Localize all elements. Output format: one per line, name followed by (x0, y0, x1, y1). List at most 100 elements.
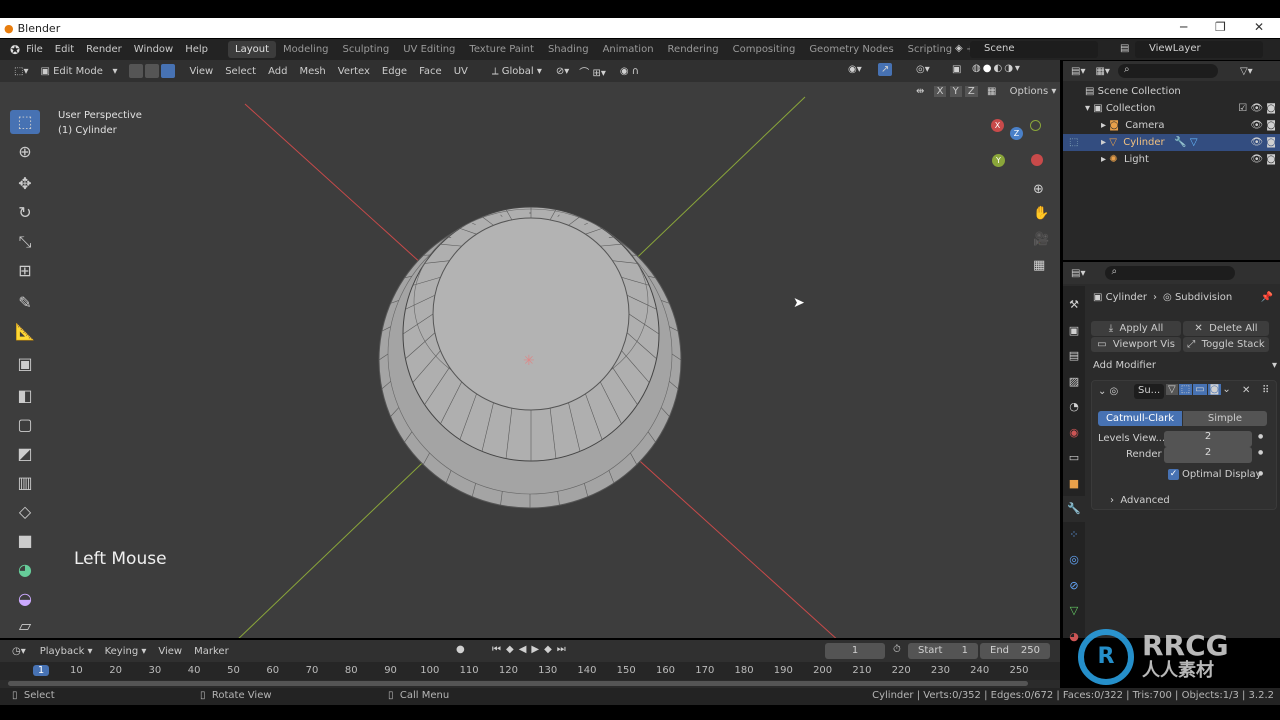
edge-select-button[interactable] (145, 64, 160, 78)
mirror-z-button[interactable]: Z (964, 86, 978, 97)
menu-keying[interactable]: Keying ▾ (99, 646, 153, 657)
properties-search-input[interactable]: ⌕ (1105, 266, 1236, 280)
outliner-search-input[interactable]: ⌕ (1117, 64, 1218, 78)
maximize-button[interactable]: ❐ (1215, 20, 1226, 34)
mirror-icon[interactable]: ⇹ (916, 86, 924, 97)
overlay-icon[interactable]: ◎▾ (916, 64, 930, 75)
start-frame-field[interactable]: Start 1 (908, 643, 978, 659)
collection-tab-icon[interactable]: ▭ (1063, 445, 1085, 471)
viewport-vis-button[interactable]: ▭ Viewport Vis (1091, 337, 1181, 352)
preview-range-icon[interactable]: ⏱ (893, 644, 901, 655)
simple-button[interactable]: Simple (1183, 411, 1267, 426)
mirror-y-button[interactable]: Y (949, 86, 962, 97)
menu-mesh[interactable]: Mesh (293, 66, 331, 77)
transform-tool-icon[interactable]: ⊞ (10, 259, 40, 283)
collection-row[interactable]: ▾ ▣ Collection ☑ 👁 ◙ (1063, 100, 1280, 117)
cursor-tool-icon[interactable]: ⊕ (10, 140, 40, 164)
playback-controls[interactable]: ⏮◆◀▶◆⏭ (492, 644, 571, 655)
drag-handle-icon[interactable]: ⠿ (1262, 385, 1269, 396)
shading-mode-buttons[interactable]: ◍●◐◑▾ (972, 63, 1022, 74)
menu-select[interactable]: Select (219, 66, 262, 77)
inset-tool-icon[interactable]: ▢ (10, 413, 40, 437)
menu-render[interactable]: Render (80, 44, 128, 55)
apply-all-button[interactable]: ⤓ Apply All (1091, 321, 1181, 336)
optimal-display-checkbox[interactable]: ✓ Optimal Display (1168, 469, 1262, 480)
tool-tab-icon[interactable]: ⚒ (1063, 292, 1085, 318)
add-cube-tool-icon[interactable]: ▣ (10, 352, 40, 376)
knife-tool-icon[interactable]: ◇ (10, 500, 40, 524)
remove-modifier-icon[interactable]: ✕ (1242, 385, 1250, 396)
tab-rendering[interactable]: Rendering (661, 41, 726, 58)
mode-selector[interactable]: ▣ Edit Mode ▾ (40, 66, 117, 77)
outliner-item-camera[interactable]: ▸ ◙ Camera 👁 ◙ (1063, 117, 1280, 134)
edit-mode-toggle-icon[interactable]: ⬚ (1178, 384, 1193, 395)
loop-cut-tool-icon[interactable]: ▥ (10, 471, 40, 495)
menu-edge[interactable]: Edge (376, 66, 413, 77)
bevel-tool-icon[interactable]: ◩ (10, 442, 40, 466)
proportional-edit-icon[interactable]: ◉ ∩ (620, 66, 639, 77)
tab-layout[interactable]: Layout (228, 41, 277, 58)
options-dropdown[interactable]: Options ▾ (1010, 86, 1057, 97)
menu-view[interactable]: View (183, 66, 219, 77)
snap-icon[interactable]: ⌒ ⊞▾ (579, 64, 606, 79)
scale-tool-icon[interactable]: ⤡ (10, 230, 40, 254)
outliner-item-light[interactable]: ▸ ✺ Light 👁 ◙ (1063, 151, 1280, 168)
move-tool-icon[interactable]: ✥ (10, 172, 40, 196)
gizmo-x-axis[interactable]: X (991, 119, 1004, 132)
viewport-toggle-icon[interactable]: ▭ (1193, 384, 1207, 395)
tab-texture-paint[interactable]: Texture Paint (462, 41, 541, 58)
transform-orientation[interactable]: ⟂ Global ▾ (492, 66, 542, 77)
spin-tool-icon[interactable]: ◕ (10, 558, 40, 582)
record-icon[interactable]: ● (456, 644, 465, 655)
render-levels-field[interactable]: 2 (1164, 447, 1252, 463)
menu-add[interactable]: Add (262, 66, 293, 77)
close-button[interactable]: ✕ (1254, 20, 1264, 34)
output-tab-icon[interactable]: ▤ (1063, 343, 1085, 369)
display-mode-icon[interactable]: ▦▾ (1095, 66, 1109, 77)
levels-viewport-field[interactable]: 2 (1164, 431, 1252, 447)
outliner-editor-icon[interactable]: ▤▾ (1071, 66, 1085, 77)
scene-tab-icon[interactable]: ◔ (1063, 394, 1085, 420)
object-tab-icon[interactable]: ■ (1063, 471, 1085, 497)
menu-file[interactable]: File (20, 44, 49, 55)
tab-shading[interactable]: Shading (541, 41, 596, 58)
tab-geometry-nodes[interactable]: Geometry Nodes (802, 41, 900, 58)
menu-timeline-view[interactable]: View (152, 646, 188, 657)
menu-marker[interactable]: Marker (188, 646, 235, 657)
scene-selector[interactable]: Scene (970, 41, 1098, 58)
particles-tab-icon[interactable]: ⁘ (1063, 522, 1085, 548)
on-cage-toggle-icon[interactable]: ▽ (1166, 384, 1178, 395)
gizmo-z-axis[interactable]: Z (1010, 127, 1023, 140)
3d-viewport[interactable]: ✳ User Perspective (1) Cylinder Left Mou… (0, 82, 1060, 638)
physics-tab-icon[interactable]: ◎ (1063, 547, 1085, 573)
menu-uv[interactable]: UV (448, 66, 474, 77)
gizmo-y-axis[interactable]: Y (992, 154, 1005, 167)
modifier-name-field[interactable]: Su... (1134, 384, 1164, 399)
advanced-subpanel-toggle[interactable]: › Advanced (1110, 495, 1170, 506)
zoom-icon[interactable]: ⊕ (1033, 182, 1044, 197)
modifier-tab-icon[interactable]: 🔧 (1063, 496, 1085, 522)
pan-hand-icon[interactable]: ✋ (1033, 206, 1049, 221)
end-frame-field[interactable]: End 250 (980, 643, 1050, 659)
collapse-chevron-icon[interactable]: ⌄ ◎ (1098, 386, 1118, 397)
menu-help[interactable]: Help (179, 44, 214, 55)
catmull-clark-button[interactable]: Catmull-Clark (1098, 411, 1182, 426)
visibility-icon[interactable]: ◉▾ (848, 64, 862, 75)
menu-playback[interactable]: Playback ▾ (34, 646, 99, 657)
gizmo-toggle-icon[interactable]: ↗ (878, 63, 893, 76)
constraints-tab-icon[interactable]: ⊘ (1063, 573, 1085, 599)
view-layer-tab-icon[interactable]: ▨ (1063, 369, 1085, 395)
filter-icon[interactable]: ▽▾ (1240, 66, 1253, 77)
camera-view-icon[interactable]: 🎥 (1033, 232, 1049, 247)
extrude-tool-icon[interactable]: ◧ (10, 384, 40, 408)
blender-menu-icon[interactable]: ✪ (10, 43, 20, 57)
poly-build-tool-icon[interactable]: ■ (10, 529, 40, 553)
gizmo-neg-x[interactable] (1031, 154, 1043, 166)
current-frame-field[interactable]: 1 (825, 643, 885, 659)
auto-merge-icon[interactable]: ▦ (987, 86, 996, 97)
vertex-select-button[interactable] (129, 64, 144, 78)
menu-face[interactable]: Face (413, 66, 448, 77)
annotate-tool-icon[interactable]: ✎ (10, 291, 40, 315)
delete-all-button[interactable]: ✕ Delete All (1183, 321, 1269, 336)
mirror-x-button[interactable]: X (933, 86, 947, 97)
